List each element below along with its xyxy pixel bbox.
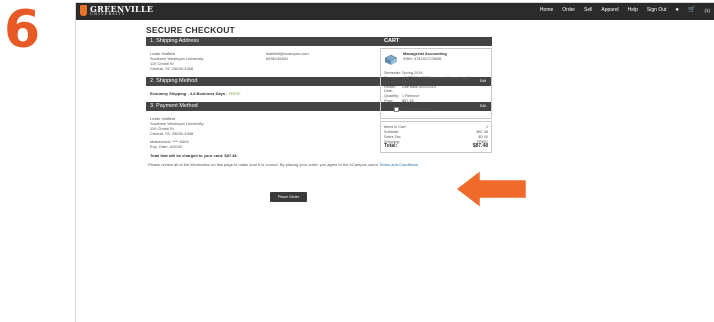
- shipping-price: FREE!: [228, 91, 241, 96]
- payment-method-heading: 3. Payment Method: [150, 103, 198, 109]
- shipping-method-heading: 2. Shipping Method: [150, 78, 198, 84]
- arrow-icon: [453, 167, 529, 211]
- terms-link[interactable]: Terms and Conditions.: [379, 162, 419, 167]
- user-icon[interactable]: ●: [675, 7, 679, 13]
- shield-icon: [80, 5, 87, 17]
- top-nav-links: Home Order Sell Apparel Help Sign Out ● …: [540, 7, 710, 13]
- page-title: SECURE CHECKOUT: [146, 25, 235, 35]
- customer-pickup-option[interactable]: Customer Pickup: [394, 107, 488, 113]
- cart-icon[interactable]: 🛒: [688, 7, 695, 13]
- nav-home[interactable]: Home: [540, 7, 553, 13]
- review-notice: Please review all of the information on …: [146, 162, 492, 167]
- review-notice-text: Please review all of the information on …: [148, 162, 380, 167]
- item-details: Semester: Spring 2019 Course: ACCT 201-01 …: [384, 71, 488, 103]
- step-number: 6: [4, 0, 41, 60]
- nav-apparel[interactable]: Apparel: [601, 7, 618, 13]
- nav-help[interactable]: Help: [628, 7, 638, 13]
- total-label: Total:: [384, 143, 398, 150]
- cart-count: (1): [704, 7, 711, 13]
- detail-label: Price:: [384, 98, 394, 103]
- item-isbn: ISBN: 9781307276656: [403, 56, 442, 61]
- logo-subtext: UNIVERSITY: [90, 12, 126, 16]
- pickup-checkbox[interactable]: [394, 107, 399, 113]
- nav-sell[interactable]: Sell: [584, 7, 592, 13]
- item-title[interactable]: Managerial Accounting: [403, 51, 447, 57]
- cart-heading: CART: [380, 37, 492, 46]
- detail-value: Due back 5/20/2019: [402, 84, 436, 89]
- cart-totals: Items in Cart: 1 Subtotal: $87.48 Sales Ta…: [380, 121, 492, 154]
- pickup-label: Customer Pickup: [404, 107, 433, 112]
- nav-sign-out[interactable]: Sign Out: [647, 7, 666, 13]
- detail-label: Return Date:: [384, 84, 396, 94]
- university-logo[interactable]: GREENVILLE UNIVERSITY: [80, 5, 153, 17]
- top-navigation-bar: GREENVILLE UNIVERSITY Home Order Sell Ap…: [76, 3, 714, 20]
- detail-value: $87.48: [402, 98, 414, 103]
- nav-order[interactable]: Order: [562, 7, 575, 13]
- place-order-button[interactable]: Place Order: [270, 192, 307, 202]
- cart-panel: CART Managerial Accounting ISBN: 9781307…: [380, 37, 492, 154]
- total-value: $87.48: [472, 143, 488, 150]
- shipping-method-text: Economy Shipping - 4-8 Business Days -: [150, 91, 229, 96]
- charge-total: Total that will be charged to your card:…: [150, 153, 237, 158]
- cart-item: Managerial Accounting ISBN: 978130727665…: [380, 48, 492, 120]
- shipping-address-heading: 1. Shipping Address: [150, 38, 199, 44]
- contact-phone: 8595146651: [266, 56, 289, 61]
- book-icon: [384, 54, 398, 65]
